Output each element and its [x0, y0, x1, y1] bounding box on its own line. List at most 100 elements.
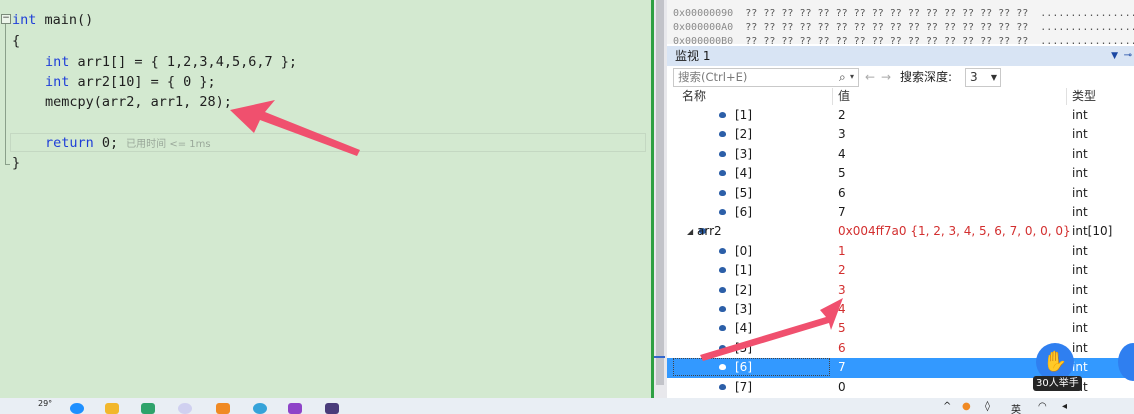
- watch-item-value[interactable]: 6: [838, 339, 846, 358]
- app-icon[interactable]: [325, 403, 339, 414]
- volume-icon[interactable]: ◂: [1062, 401, 1067, 412]
- watch-item-type: int[10]: [1072, 224, 1113, 239]
- watch-item-value[interactable]: 0: [838, 378, 846, 397]
- search-depth-select[interactable]: 3 ▼: [965, 68, 1001, 87]
- visual-studio-icon[interactable]: [288, 403, 302, 414]
- tray-app-icon[interactable]: ●: [962, 401, 971, 412]
- code-line-arr2[interactable]: int arr2[10] = { 0 };: [45, 72, 216, 92]
- watch-item-value[interactable]: 6: [838, 184, 846, 203]
- watch-item-name[interactable]: [3]: [735, 300, 752, 319]
- watch-row-variable[interactable]: ◢ arr2 0x004ff7a0 {1, 2, 3, 4, 5, 6, 7, 0,…: [667, 222, 1134, 241]
- column-divider[interactable]: [832, 88, 833, 105]
- memory-view[interactable]: 0x00000080 ?? ?? ?? ?? ?? ?? ?? ?? ?? ??…: [667, 0, 1134, 44]
- code-line-return[interactable]: return 0; 已用时间 <= 1ms: [45, 133, 211, 153]
- variable-icon: [719, 189, 726, 196]
- window-menu-icon[interactable]: ▼: [1111, 46, 1118, 66]
- tray-chevron-icon[interactable]: ^: [943, 401, 951, 412]
- watch-row-element[interactable]: [2] 3 int: [667, 281, 1134, 300]
- watch-item-value[interactable]: 3: [838, 281, 846, 300]
- watch-item-name[interactable]: [6]: [735, 358, 752, 377]
- app-icon[interactable]: [141, 403, 155, 414]
- watch-row-element[interactable]: [3] 4 int: [667, 300, 1134, 319]
- watch-item-value[interactable]: 5: [838, 319, 846, 338]
- watch-item-value[interactable]: 7: [838, 358, 846, 377]
- watch-item-name[interactable]: [1]: [735, 106, 752, 125]
- watch-item-name[interactable]: [7]: [735, 378, 752, 397]
- forward-arrow-icon[interactable]: →: [881, 68, 891, 86]
- editor-scrollbar-thumb[interactable]: [656, 0, 664, 385]
- search-icon[interactable]: ⌕: [839, 68, 846, 86]
- watch-item-value[interactable]: 4: [838, 300, 846, 319]
- watch-title: 监视 1: [675, 49, 711, 63]
- pin-icon[interactable]: ⊸: [1124, 46, 1132, 66]
- variable-icon: [719, 364, 726, 371]
- watch-row-element[interactable]: [4] 5 int: [667, 164, 1134, 183]
- hand-icon: ✋: [1042, 349, 1068, 373]
- watch-item-value[interactable]: 2: [838, 261, 846, 280]
- watch-row-element[interactable]: [1] 2 int: [667, 261, 1134, 280]
- watch-row-element[interactable]: [5] 6 int: [667, 184, 1134, 203]
- watch-item-value[interactable]: 5: [838, 164, 846, 183]
- ime-indicator[interactable]: 英: [1011, 401, 1021, 414]
- watch-item-name[interactable]: [6]: [735, 203, 752, 222]
- watch-row-element[interactable]: [0] 1 int: [667, 242, 1134, 261]
- app-icon[interactable]: [178, 403, 192, 414]
- watch-item-type: int: [1072, 282, 1088, 297]
- column-divider[interactable]: [1066, 88, 1067, 105]
- code-line-arr1[interactable]: int arr1[] = { 1,2,3,4,5,6,7 };: [45, 52, 297, 72]
- edge-icon[interactable]: [70, 403, 84, 414]
- wifi-icon[interactable]: ◠: [1038, 401, 1047, 412]
- column-header-name[interactable]: 名称: [682, 88, 706, 105]
- fold-guide-end: [5, 164, 10, 165]
- watch-item-type: int: [1072, 302, 1088, 316]
- code-line-close-brace[interactable]: }: [12, 153, 20, 173]
- code-line-main[interactable]: int main(): [12, 10, 93, 30]
- watch-item-name[interactable]: arr2: [697, 222, 722, 241]
- watch-item-value[interactable]: 2: [838, 106, 846, 125]
- search-options-chevron-icon[interactable]: ▾: [850, 68, 854, 86]
- column-header-type[interactable]: 类型: [1072, 88, 1096, 105]
- watch-item-value[interactable]: 0x004ff7a0 {1, 2, 3, 4, 5, 6, 7, 0, 0, 0…: [838, 222, 1071, 241]
- watch-item-type: int: [1072, 127, 1088, 142]
- column-header-value[interactable]: 值: [838, 88, 850, 105]
- elapsed-time-hint[interactable]: 已用时间 <= 1ms: [126, 139, 210, 150]
- watch-item-name[interactable]: [3]: [735, 145, 752, 164]
- collapse-toggle-icon[interactable]: −: [1, 14, 11, 24]
- variable-icon: [719, 150, 726, 157]
- weather-widget[interactable]: 29°: [38, 399, 52, 408]
- code-line-open-brace[interactable]: {: [12, 31, 20, 51]
- watch-row-element[interactable]: [4] 5 int: [667, 319, 1134, 338]
- expand-collapse-icon[interactable]: ◢: [687, 222, 693, 241]
- watch-search-input[interactable]: 搜索(Ctrl+E): [673, 68, 859, 87]
- watch-item-value[interactable]: 1: [838, 242, 846, 261]
- watch-row-element[interactable]: [1] 2 int: [667, 106, 1134, 125]
- watch-item-value[interactable]: 3: [838, 125, 846, 144]
- code-editor[interactable]: − int main() { int arr1[] = { 1,2,3,4,5,…: [0, 0, 653, 398]
- back-arrow-icon[interactable]: ←: [865, 68, 875, 86]
- file-explorer-icon[interactable]: [105, 403, 119, 414]
- watch-title-bar[interactable]: 监视 1 ▼ ⊸: [667, 46, 1134, 66]
- watch-item-name[interactable]: [2]: [735, 125, 752, 144]
- watch-item-name[interactable]: [5]: [735, 184, 752, 203]
- watch-row-element[interactable]: [6] 7 int: [667, 203, 1134, 222]
- tray-app-icon[interactable]: ◊: [985, 401, 990, 412]
- watch-item-name[interactable]: [1]: [735, 261, 752, 280]
- code-line-memcpy[interactable]: memcpy(arr2, arr1, 28);: [45, 92, 232, 112]
- taskbar: 29° ^ ● ◊ 英 ◠ ◂: [0, 398, 1134, 414]
- variable-icon: [719, 170, 726, 177]
- watch-row-element[interactable]: [3] 4 int: [667, 145, 1134, 164]
- watch-row-element[interactable]: [2] 3 int: [667, 125, 1134, 144]
- watch-item-name[interactable]: [4]: [735, 319, 752, 338]
- watch-toolbar: 搜索(Ctrl+E) ⌕ ▾ ← → 搜索深度: 3 ▼: [667, 67, 1134, 87]
- watch-item-value[interactable]: 7: [838, 203, 846, 222]
- variable-icon: [719, 131, 726, 138]
- watch-item-name[interactable]: [2]: [735, 281, 752, 300]
- fold-guide: [5, 24, 6, 164]
- editor-scrollbar[interactable]: [653, 0, 667, 398]
- watch-item-name[interactable]: [5]: [735, 339, 752, 358]
- watch-item-name[interactable]: [0]: [735, 242, 752, 261]
- watch-item-value[interactable]: 4: [838, 145, 846, 164]
- app-icon[interactable]: [253, 403, 267, 414]
- watch-item-name[interactable]: [4]: [735, 164, 752, 183]
- app-icon[interactable]: [216, 403, 230, 414]
